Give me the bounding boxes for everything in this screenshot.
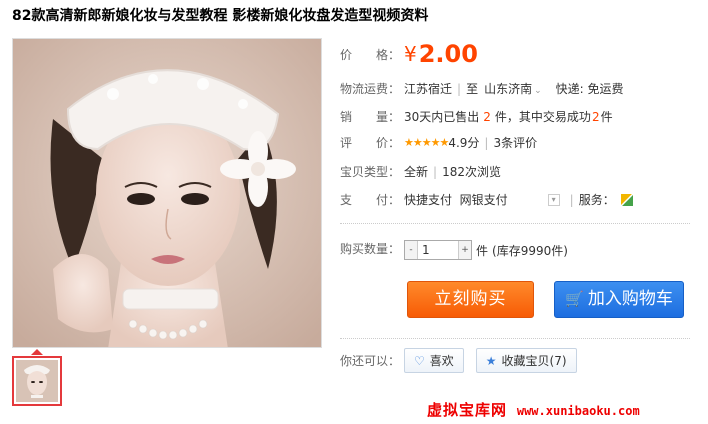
sales-row: 销 量： 30天内已售出 2 件，其中交易成功 2 件 xyxy=(340,108,613,125)
watermark-text: 虚拟宝库网 xyxy=(427,401,508,419)
price-label: 价 格： xyxy=(340,47,401,62)
thumbnail-illustration xyxy=(16,360,58,402)
share-label: 你还可以： xyxy=(340,354,401,368)
quantity-label: 购买数量： xyxy=(340,242,401,256)
quantity-stepper: - + xyxy=(404,240,472,260)
rating-score: 4.9分 xyxy=(448,136,480,150)
thumbnail-pointer xyxy=(31,349,43,355)
add-to-cart-label: 加入购物车 xyxy=(587,289,673,309)
price-value: 2.00 xyxy=(418,40,478,68)
quantity-unit: 件 xyxy=(476,244,489,258)
view-count: 182次浏览 xyxy=(442,165,501,179)
shipping-label: 物流运费： xyxy=(340,82,401,96)
thumbnail-image[interactable] xyxy=(12,356,62,406)
collect-button[interactable]: ★ 收藏宝贝(7) xyxy=(475,348,577,373)
collect-label: 收藏宝贝(7) xyxy=(501,354,567,368)
dropdown-arrow-icon: ▾ xyxy=(547,193,560,206)
watermark-url: www.xunibaoku.com xyxy=(516,404,640,418)
quantity-minus-button[interactable]: - xyxy=(405,241,418,259)
divider-bar: | xyxy=(484,135,489,150)
success-count: 2 xyxy=(591,109,600,124)
quantity-row: 购买数量： - + 件 (库存9990件) xyxy=(340,240,568,262)
add-to-cart-button[interactable]: 🛒 加入购物车 xyxy=(554,281,684,318)
sales-text-2: 件，其中交易成功 xyxy=(494,110,591,124)
stock-info: (库存9990件) xyxy=(492,244,568,258)
star-icon: ★ xyxy=(485,353,497,368)
like-label: 喜欢 xyxy=(429,354,454,368)
service-badge-icon[interactable] xyxy=(620,192,634,207)
divider-bar: | xyxy=(433,164,438,179)
divider-bar: | xyxy=(457,81,462,96)
share-row: 你还可以： ♡ 喜欢 ★ 收藏宝贝(7) xyxy=(340,348,577,373)
section-divider xyxy=(340,338,690,339)
payment-label: 支 付： xyxy=(340,193,401,207)
payment-row: 支 付： 快捷支付 网银支付 ▾ | 服务： xyxy=(340,191,634,208)
sales-text-1: 30天内已售出 xyxy=(404,110,480,124)
quantity-plus-button[interactable]: + xyxy=(458,241,471,259)
ship-to-select[interactable]: 山东济南 ⌄ xyxy=(484,80,542,97)
type-row: 宝贝类型： 全新 | 182次浏览 xyxy=(340,163,501,180)
quantity-input[interactable] xyxy=(418,241,458,259)
payment-options: 快捷支付 网银支付 xyxy=(404,193,508,207)
buy-now-button[interactable]: 立刻购买 xyxy=(407,281,534,318)
currency-symbol: ¥ xyxy=(404,42,417,66)
sales-label: 销 量： xyxy=(340,110,401,124)
main-product-image[interactable] xyxy=(12,38,322,348)
shipping-row: 物流运费： 江苏宿迁 | 至 山东济南 ⌄ 快递: 免运费 xyxy=(340,80,624,97)
shopping-cart-icon: 🛒 xyxy=(565,290,584,308)
sales-text-3: 件 xyxy=(600,110,613,124)
site-watermark: 虚拟宝库网 www.xunibaoku.com xyxy=(427,399,640,420)
chevron-down-icon: ⌄ xyxy=(534,86,542,96)
star-rating-icon: ★★★★★ xyxy=(404,136,449,149)
payment-select[interactable]: 快捷支付 网银支付 ▾ xyxy=(404,191,560,208)
ship-to-prefix: 至 xyxy=(466,82,479,96)
service-label: 服务： xyxy=(578,193,615,207)
divider-bar: | xyxy=(569,192,574,207)
rating-label: 评 价： xyxy=(340,136,401,150)
rating-row: 评 价： ★★★★★ 4.9分 | 3条评价 xyxy=(340,134,537,151)
bride-photo-illustration xyxy=(13,39,321,347)
sales-count: 2 xyxy=(483,109,491,124)
type-label: 宝贝类型： xyxy=(340,165,401,179)
like-button[interactable]: ♡ 喜欢 xyxy=(404,348,464,373)
heart-icon: ♡ xyxy=(414,353,425,368)
product-title: 82款高清新郎新娘化妆与发型教程 影楼新娘化妆盘发造型视频资料 xyxy=(12,8,429,24)
price-row: 价 格： ¥ 2.00 xyxy=(340,40,478,68)
ship-to-value: 山东济南 xyxy=(484,82,533,96)
shipping-fee: 快递: 免运费 xyxy=(555,82,624,96)
review-count-link[interactable]: 3条评价 xyxy=(493,134,537,151)
section-divider xyxy=(340,223,690,224)
ship-from: 江苏宿迁 xyxy=(404,82,453,96)
item-condition: 全新 xyxy=(404,165,429,179)
